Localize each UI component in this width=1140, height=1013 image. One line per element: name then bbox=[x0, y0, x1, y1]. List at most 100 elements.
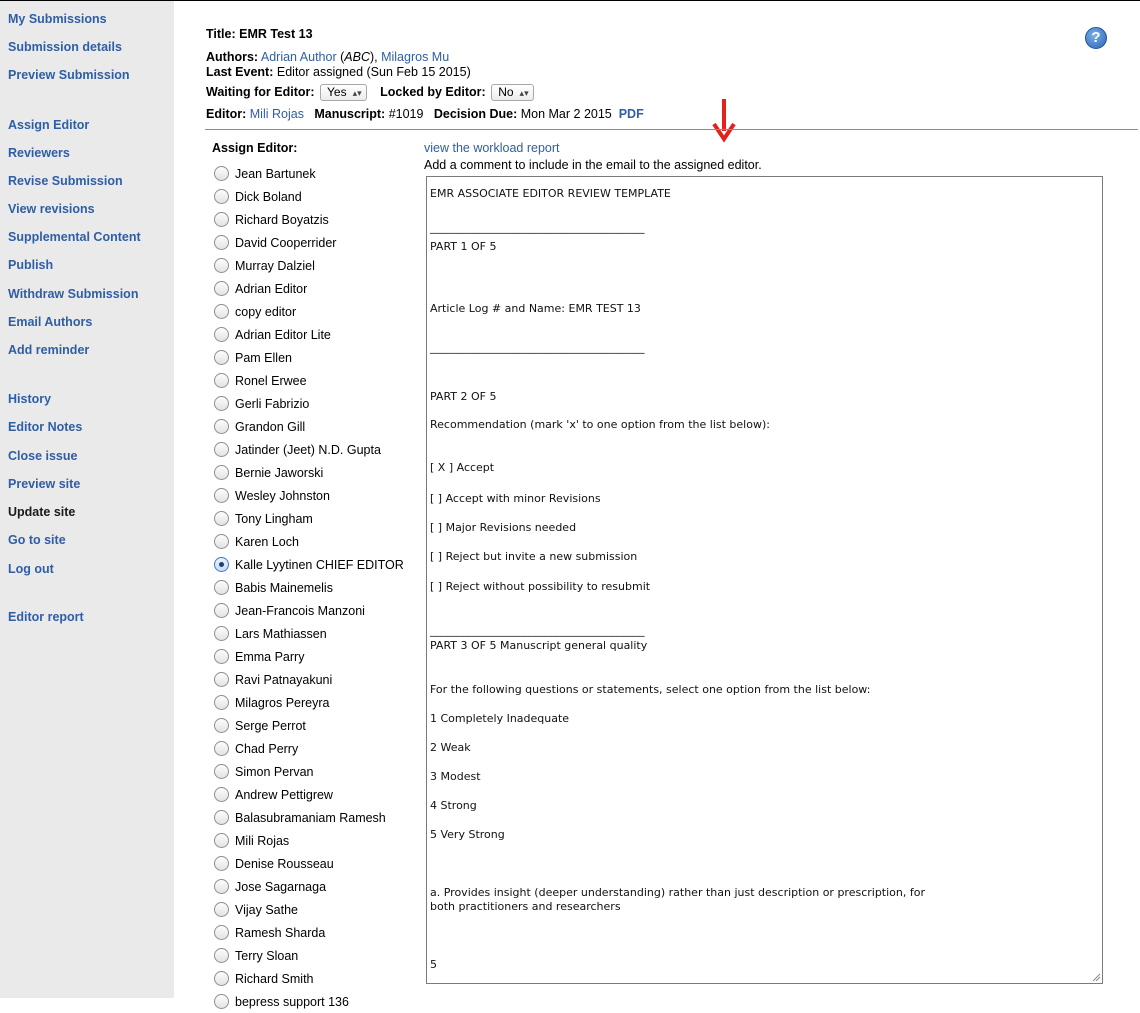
radio-icon[interactable] bbox=[214, 396, 229, 411]
editor-option[interactable]: Chad Perry bbox=[214, 737, 404, 760]
editor-option[interactable]: Pam Ellen bbox=[214, 346, 404, 369]
sidebar-item-history[interactable]: History bbox=[8, 392, 51, 406]
radio-icon[interactable] bbox=[214, 971, 229, 986]
editor-option[interactable]: David Cooperrider bbox=[214, 231, 404, 254]
sidebar-item-supplemental-content[interactable]: Supplemental Content bbox=[8, 230, 141, 244]
editor-option[interactable]: Adrian Editor bbox=[214, 277, 404, 300]
radio-icon[interactable] bbox=[214, 189, 229, 204]
radio-icon[interactable] bbox=[214, 649, 229, 664]
editor-option[interactable]: Emma Parry bbox=[214, 645, 404, 668]
radio-icon[interactable] bbox=[214, 718, 229, 733]
editor-option[interactable]: Jatinder (Jeet) N.D. Gupta bbox=[214, 438, 404, 461]
radio-icon[interactable] bbox=[214, 350, 229, 365]
radio-icon[interactable] bbox=[214, 465, 229, 480]
sidebar-item-log-out[interactable]: Log out bbox=[8, 562, 54, 576]
editor-option[interactable]: Denise Rousseau bbox=[214, 852, 404, 875]
radio-icon[interactable] bbox=[214, 534, 229, 549]
radio-icon[interactable] bbox=[214, 488, 229, 503]
radio-selected-icon[interactable] bbox=[214, 557, 229, 572]
editor-option[interactable]: Ravi Patnayakuni bbox=[214, 668, 404, 691]
author-link-1[interactable]: Adrian Author bbox=[261, 50, 337, 64]
radio-icon[interactable] bbox=[214, 258, 229, 273]
pdf-link[interactable]: PDF bbox=[619, 107, 644, 121]
radio-icon[interactable] bbox=[214, 419, 229, 434]
editor-option[interactable]: Jean-Francois Manzoni bbox=[214, 599, 404, 622]
radio-icon[interactable] bbox=[214, 511, 229, 526]
radio-icon[interactable] bbox=[214, 603, 229, 618]
radio-icon[interactable] bbox=[214, 304, 229, 319]
waiting-select[interactable]: Yes ▴▾ bbox=[320, 84, 367, 101]
editor-option[interactable]: Serge Perrot bbox=[214, 714, 404, 737]
editor-option[interactable]: Richard Smith bbox=[214, 967, 404, 990]
sidebar-item-email-authors[interactable]: Email Authors bbox=[8, 315, 92, 329]
radio-icon[interactable] bbox=[214, 212, 229, 227]
radio-icon[interactable] bbox=[214, 166, 229, 181]
editor-option[interactable]: Wesley Johnston bbox=[214, 484, 404, 507]
editor-option[interactable]: Karen Loch bbox=[214, 530, 404, 553]
radio-icon[interactable] bbox=[214, 925, 229, 940]
editor-option[interactable]: Dick Boland bbox=[214, 185, 404, 208]
editor-option[interactable]: Babis Mainemelis bbox=[214, 576, 404, 599]
sidebar-item-publish[interactable]: Publish bbox=[8, 258, 53, 272]
editor-option[interactable]: Ronel Erwee bbox=[214, 369, 404, 392]
resize-grip-icon[interactable] bbox=[1091, 972, 1101, 982]
editor-option[interactable]: Mili Rojas bbox=[214, 829, 404, 852]
radio-icon[interactable] bbox=[214, 879, 229, 894]
sidebar-item-go-to-site[interactable]: Go to site bbox=[8, 533, 66, 547]
sidebar-item-preview-submission[interactable]: Preview Submission bbox=[8, 68, 130, 82]
radio-icon[interactable] bbox=[214, 626, 229, 641]
editor-option[interactable]: Jean Bartunek bbox=[214, 162, 404, 185]
radio-icon[interactable] bbox=[214, 948, 229, 963]
editor-option[interactable]: Balasubramaniam Ramesh bbox=[214, 806, 404, 829]
sidebar-item-update-site[interactable]: Update site bbox=[8, 505, 75, 519]
help-icon[interactable]: ? bbox=[1085, 27, 1107, 49]
sidebar-item-add-reminder[interactable]: Add reminder bbox=[8, 343, 89, 357]
editor-option[interactable]: Simon Pervan bbox=[214, 760, 404, 783]
sidebar-item-submission-details[interactable]: Submission details bbox=[8, 40, 122, 54]
sidebar-item-reviewers[interactable]: Reviewers bbox=[8, 146, 70, 160]
radio-icon[interactable] bbox=[214, 764, 229, 779]
editor-option[interactable]: Vijay Sathe bbox=[214, 898, 404, 921]
sidebar-item-preview-site[interactable]: Preview site bbox=[8, 477, 80, 491]
sidebar-item-close-issue[interactable]: Close issue bbox=[8, 449, 77, 463]
sidebar-item-editor-notes[interactable]: Editor Notes bbox=[8, 420, 82, 434]
radio-icon[interactable] bbox=[214, 902, 229, 917]
editor-option[interactable]: Gerli Fabrizio bbox=[214, 392, 404, 415]
editor-option[interactable]: Bernie Jaworski bbox=[214, 461, 404, 484]
radio-icon[interactable] bbox=[214, 856, 229, 871]
sidebar-item-withdraw-submission[interactable]: Withdraw Submission bbox=[8, 287, 138, 301]
sidebar-item-editor-report[interactable]: Editor report bbox=[8, 610, 84, 624]
radio-icon[interactable] bbox=[214, 787, 229, 802]
editor-option[interactable]: Lars Mathiassen bbox=[214, 622, 404, 645]
editor-option[interactable]: Terry Sloan bbox=[214, 944, 404, 967]
radio-icon[interactable] bbox=[214, 235, 229, 250]
locked-select[interactable]: No ▴▾ bbox=[491, 84, 534, 101]
radio-icon[interactable] bbox=[214, 695, 229, 710]
radio-icon[interactable] bbox=[214, 327, 229, 342]
editor-link[interactable]: Mili Rojas bbox=[250, 107, 304, 121]
editor-option[interactable]: Adrian Editor Lite bbox=[214, 323, 404, 346]
radio-icon[interactable] bbox=[214, 580, 229, 595]
editor-option[interactable]: Murray Dalziel bbox=[214, 254, 404, 277]
radio-icon[interactable] bbox=[214, 672, 229, 687]
sidebar-item-revise-submission[interactable]: Revise Submission bbox=[8, 174, 123, 188]
editor-option[interactable]: copy editor bbox=[214, 300, 404, 323]
editor-option[interactable]: Kalle Lyytinen CHIEF EDITOR bbox=[214, 553, 404, 576]
workload-report-link[interactable]: view the workload report bbox=[424, 141, 559, 155]
editor-option[interactable]: Ramesh Sharda bbox=[214, 921, 404, 944]
editor-option[interactable]: bepress support 136 bbox=[214, 990, 404, 1013]
editor-option[interactable]: Grandon Gill bbox=[214, 415, 404, 438]
editor-option[interactable]: Jose Sagarnaga bbox=[214, 875, 404, 898]
sidebar-item-assign-editor[interactable]: Assign Editor bbox=[8, 118, 89, 132]
radio-icon[interactable] bbox=[214, 833, 229, 848]
comment-textarea[interactable]: EMR ASSOCIATE EDITOR REVIEW TEMPLATE ___… bbox=[426, 176, 1103, 984]
radio-icon[interactable] bbox=[214, 994, 229, 1009]
author-link-2[interactable]: Milagros Mu bbox=[381, 50, 449, 64]
sidebar-item-view-revisions[interactable]: View revisions bbox=[8, 202, 95, 216]
editor-option[interactable]: Richard Boyatzis bbox=[214, 208, 404, 231]
radio-icon[interactable] bbox=[214, 373, 229, 388]
radio-icon[interactable] bbox=[214, 281, 229, 296]
radio-icon[interactable] bbox=[214, 442, 229, 457]
editor-option[interactable]: Tony Lingham bbox=[214, 507, 404, 530]
radio-icon[interactable] bbox=[214, 741, 229, 756]
